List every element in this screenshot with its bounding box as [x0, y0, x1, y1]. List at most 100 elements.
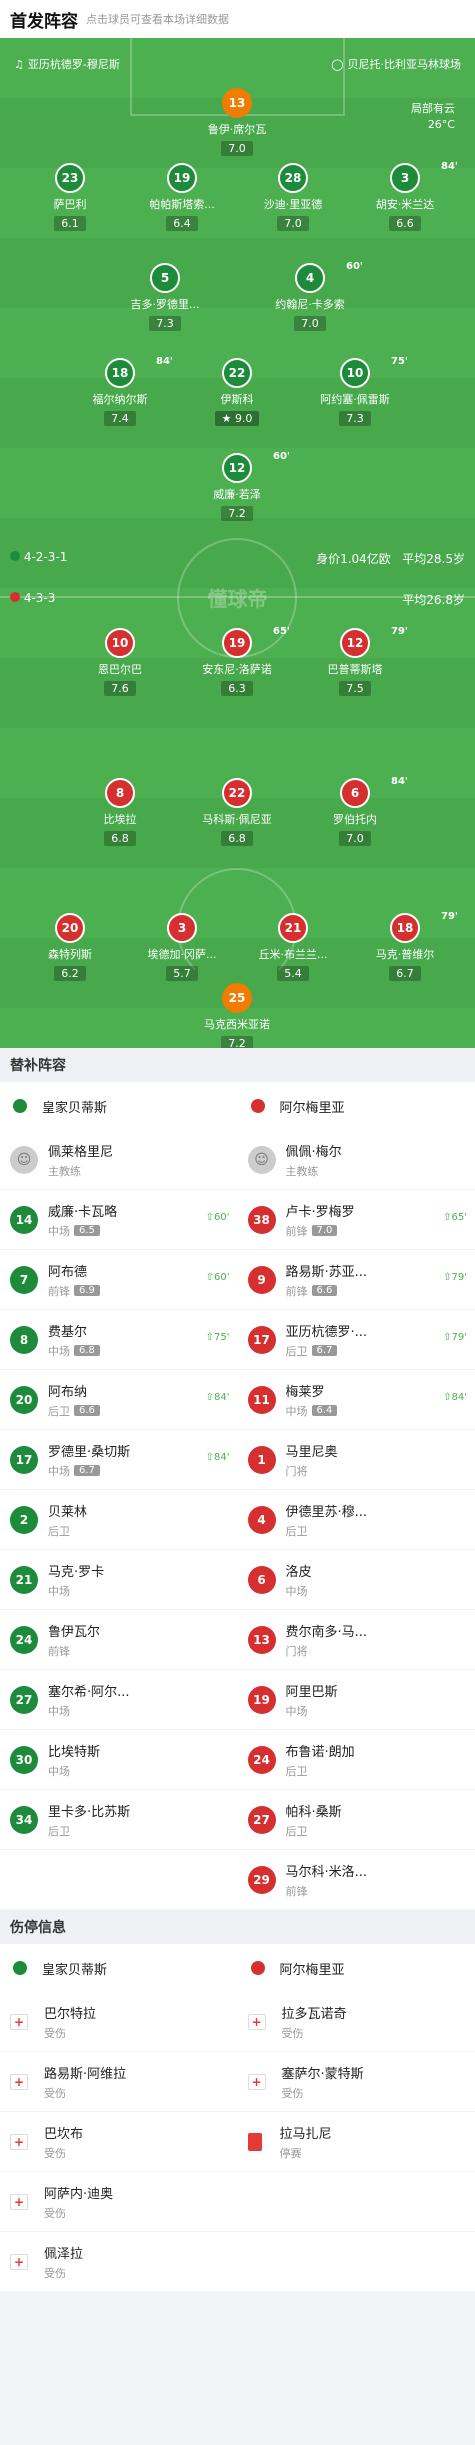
star-icon: ★: [221, 412, 232, 425]
away-coach[interactable]: ☺ 佩佩·梅尔 主教练: [237, 1130, 475, 1190]
player-away-5[interactable]: 6 84' 罗伯托内 7.0: [300, 776, 410, 846]
player-home-0[interactable]: 13 鲁伊·席尔瓦 7.0: [182, 88, 292, 156]
player-away-2[interactable]: 12 79' 巴普蒂斯塔 7.5: [300, 626, 410, 696]
sub-player[interactable]: 11 梅莱罗 中场 6.4 ⇧84': [237, 1370, 475, 1430]
injured-player[interactable]: + 塞萨尔·蒙特斯 受伤: [237, 2052, 475, 2112]
player-name: 威廉·卡瓦略: [48, 1204, 118, 1220]
player-rating: 6.6: [74, 1405, 100, 1416]
sub-player[interactable]: 17 亚历杭德罗·... 后卫 6.7 ⇧79': [237, 1310, 475, 1370]
sub-player[interactable]: 6 洛皮 中场: [237, 1550, 475, 1610]
page-subtitle: 点击球员可查看本场详细数据: [86, 13, 229, 26]
substitutes-section: 替补阵容 皇家贝蒂斯 阿尔梅里亚 ☺ 佩莱格里尼 主教练 ☺ 佩佩·梅尔 主教练 14 威…: [0, 1048, 475, 1910]
player-away-9[interactable]: 18 79' 马克·普维尔 6.7: [350, 911, 460, 981]
sub-player[interactable]: 14 威廉·卡瓦略 中场 6.5 ⇧60': [0, 1190, 238, 1250]
player-home-8[interactable]: 22 伊斯科 ★ 9.0: [182, 358, 292, 426]
player-away-0[interactable]: 10 恩巴尔巴 7.6: [65, 628, 175, 696]
player-name: 马里尼奥: [285, 1444, 338, 1460]
sub-player[interactable]: 13 费尔南多·马... 门将: [237, 1610, 475, 1670]
player-rating: 6.7: [74, 1465, 100, 1476]
player-home-10[interactable]: 12 60' 威廉·若泽 7.2: [182, 451, 292, 521]
sub-player[interactable]: 9 路易斯·苏亚... 前锋 6.6 ⇧79': [237, 1250, 475, 1310]
player-away-4[interactable]: 22 马科斯·佩尼亚 6.8: [182, 778, 292, 846]
player-position: 后卫: [48, 1524, 70, 1538]
player-position: 前锋: [285, 1224, 308, 1238]
sub-in-icon: ⇧79': [443, 1272, 467, 1283]
jersey-number: 19: [247, 1685, 276, 1714]
player-away-3[interactable]: 8 比埃拉 6.8: [65, 778, 175, 846]
injured-player[interactable]: + 阿萨内·迪奥 受伤: [0, 2172, 238, 2232]
sub-player[interactable]: 17 罗德里·桑切斯 中场 6.7 ⇧84': [0, 1430, 238, 1490]
player-position: 前锋: [285, 1884, 308, 1898]
injured-player[interactable]: + 拉多瓦诺奇 受伤: [237, 1992, 475, 2052]
sub-player[interactable]: 27 塞尔希·阿尔... 中场: [0, 1670, 238, 1730]
player-name: 帕科·桑斯: [285, 1804, 342, 1820]
sub-player[interactable]: 8 费基尔 中场 6.8 ⇧75': [0, 1310, 238, 1370]
substitutes-title: 替补阵容: [0, 1048, 475, 1082]
red-card-icon: [247, 2132, 262, 2151]
sub-player[interactable]: 2 贝莱林 后卫: [0, 1490, 238, 1550]
sub-player[interactable]: 34 里卡多·比苏斯 后卫: [0, 1790, 238, 1850]
injured-player[interactable]: + 巴尔特拉 受伤: [0, 1992, 238, 2052]
jersey-number: 20: [10, 1385, 38, 1414]
player-name: 马尔科·米洛...: [285, 1864, 368, 1880]
injured-player[interactable]: [237, 2172, 475, 2232]
player-away-6[interactable]: 20 森特列斯 6.2: [15, 913, 125, 981]
player-away-1[interactable]: 19 65' 安东尼·洛萨诺 6.3: [182, 626, 292, 696]
player-home-6[interactable]: 4 60' 约翰尼·卡多索 7.0: [255, 261, 365, 331]
player-home-1[interactable]: 23 萨巴利 6.1: [15, 163, 125, 231]
injury-status: 受伤: [44, 2146, 66, 2160]
sub-out-icon: 84': [156, 356, 173, 367]
sub-player[interactable]: 38 卢卡·罗梅罗 前锋 7.0 ⇧65': [237, 1190, 475, 1250]
player-home-4[interactable]: 3 84' 胡安·米兰达 6.6: [350, 161, 460, 231]
sub-out-icon: 84': [441, 161, 458, 172]
home-team-header: 皇家贝蒂斯: [0, 1082, 238, 1130]
player-rating: 6.8: [74, 1345, 100, 1356]
jersey-number: 9: [247, 1265, 276, 1294]
player-away-7[interactable]: 3 埃德加·冈萨... 5.7: [127, 913, 237, 981]
sub-player[interactable]: 21 马克·罗卡 中场: [0, 1550, 238, 1610]
player-home-3[interactable]: 28 沙迪·里亚德 7.0: [238, 163, 348, 231]
sub-player[interactable]: 27 帕科·桑斯 后卫: [237, 1790, 475, 1850]
betis-logo-icon: [10, 1096, 30, 1116]
injured-player[interactable]: + 佩泽拉 受伤: [0, 2232, 238, 2292]
player-name: 费尔南多·马...: [285, 1624, 368, 1640]
player-home-5[interactable]: 5 吉多·罗德里... 7.3: [110, 263, 220, 331]
player-home-2[interactable]: 19 帕帕斯塔索... 6.4: [127, 163, 237, 231]
player-position: 中场: [285, 1704, 308, 1718]
player-away-10[interactable]: 25 马克西米亚诺 7.2: [182, 983, 292, 1048]
home-coach[interactable]: ☺ 佩莱格里尼 主教练: [0, 1130, 238, 1190]
jersey-number: 27: [10, 1685, 38, 1714]
injury-status: 停赛: [279, 2146, 302, 2160]
player-home-9[interactable]: 10 75' 阿约塞·佩雷斯 7.3: [300, 356, 410, 426]
sub-player[interactable]: 30 比埃特斯 中场: [0, 1730, 238, 1790]
player-position: 中场: [48, 1764, 70, 1778]
injured-player[interactable]: + 路易斯·阿维拉 受伤: [0, 2052, 238, 2112]
jersey-number: 17: [247, 1325, 276, 1354]
player-name: 亚历杭德罗·...: [285, 1324, 368, 1340]
player-away-8[interactable]: 21 丘米·布兰兰... 5.4: [238, 913, 348, 981]
sub-player[interactable]: 7 阿布德 前锋 6.9 ⇧60': [0, 1250, 238, 1310]
sub-player[interactable]: 29 马尔科·米洛... 前锋: [237, 1850, 475, 1910]
player-rating: 6.5: [74, 1225, 100, 1236]
sub-player[interactable]: 24 布鲁诺·朗加 后卫: [237, 1730, 475, 1790]
jersey-number: 24: [10, 1625, 38, 1654]
player-home-7[interactable]: 18 84' 福尔纳尔斯 7.4: [65, 356, 175, 426]
sub-player[interactable]: 4 伊德里苏·穆... 后卫: [237, 1490, 475, 1550]
injured-player[interactable]: [237, 2232, 475, 2292]
sub-player[interactable]: 1 马里尼奥 门将: [237, 1430, 475, 1490]
jersey-number: 34: [10, 1805, 38, 1834]
jersey-number: 4: [247, 1505, 276, 1534]
player-name: 阿布德: [48, 1264, 88, 1280]
sub-player[interactable]: 20 阿布纳 后卫 6.6 ⇧84': [0, 1370, 238, 1430]
jersey-number: 38: [247, 1205, 276, 1234]
sub-player[interactable]: 19 阿里巴斯 中场: [237, 1670, 475, 1730]
injury-icon: +: [10, 2193, 28, 2210]
sub-player[interactable]: 24 鲁伊瓦尔 前锋: [0, 1610, 238, 1670]
jersey-number: 29: [247, 1865, 276, 1894]
sub-player[interactable]: [0, 1850, 238, 1910]
injured-player[interactable]: + 巴坎布 受伤: [0, 2112, 238, 2172]
injured-player[interactable]: 拉马扎尼 停赛: [237, 2112, 475, 2172]
injury-status: 受伤: [44, 2086, 66, 2100]
player-name: 马克·罗卡: [48, 1564, 105, 1580]
player-name: 伊德里苏·穆...: [285, 1504, 368, 1520]
